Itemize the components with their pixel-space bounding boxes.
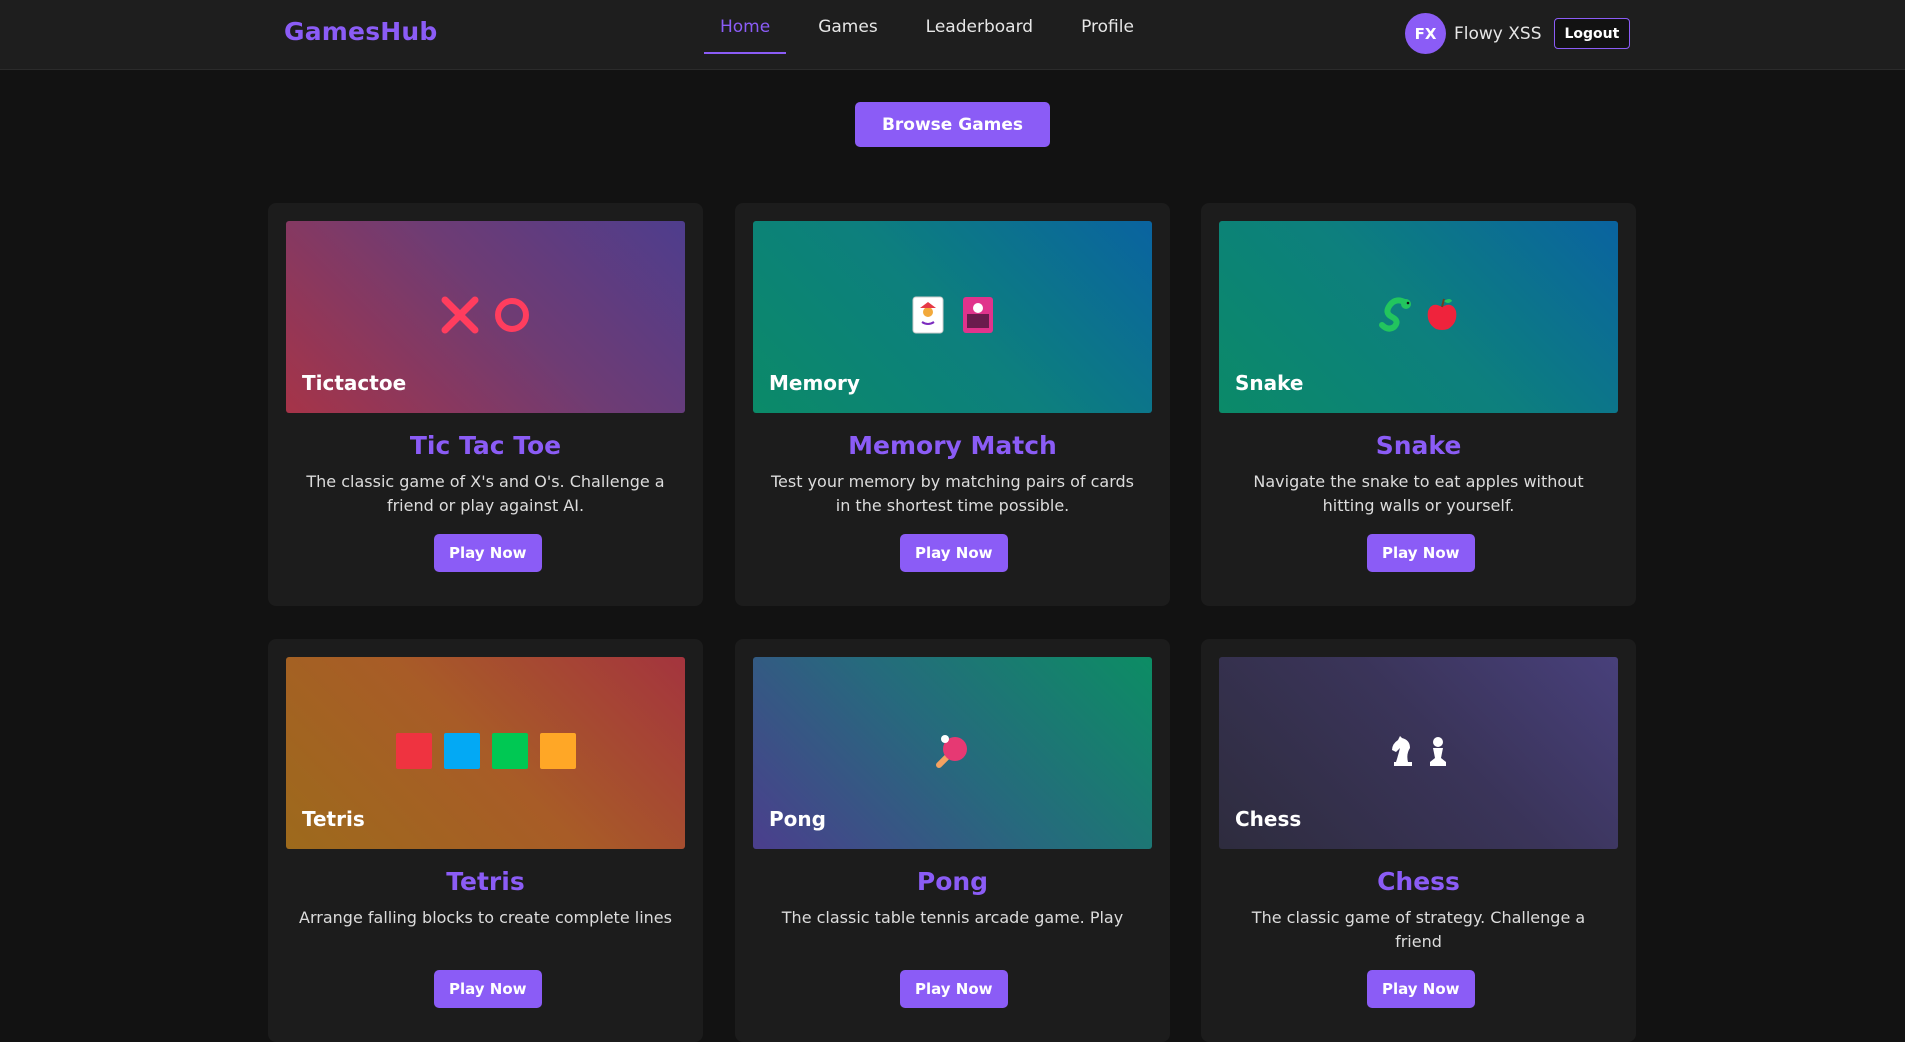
game-title: Tetris <box>446 867 525 896</box>
thumbnail-icons <box>1219 729 1618 773</box>
nav-games[interactable]: Games <box>802 0 893 54</box>
game-thumbnail[interactable]: Tetris <box>286 657 685 849</box>
orange-block-icon <box>539 733 576 769</box>
play-now-button[interactable]: Play Now <box>434 534 542 572</box>
game-description: Arrange falling blocks to create complet… <box>299 908 672 927</box>
game-description: The classic table tennis arcade game. Pl… <box>781 908 1124 927</box>
nav-profile[interactable]: Profile <box>1065 0 1150 54</box>
game-title: Chess <box>1377 867 1460 896</box>
blue-block-icon <box>443 733 480 769</box>
avatar[interactable]: FX <box>1405 13 1446 54</box>
play-now-button[interactable]: Play Now <box>900 970 1008 1008</box>
game-description: Navigate the snake to eat apples without… <box>1253 472 1584 515</box>
nav-links: Home Games Leaderboard Profile <box>704 0 1166 54</box>
game-thumbnail[interactable]: Snake <box>1219 221 1618 413</box>
nav-leaderboard[interactable]: Leaderboard <box>910 0 1049 54</box>
joker-card-icon <box>912 296 943 334</box>
thumbnail-label: Memory <box>769 371 860 395</box>
knight-icon <box>1391 736 1412 766</box>
thumbnail-icons <box>753 293 1152 337</box>
game-card-chess: Chess Chess The classic game of strategy… <box>1201 639 1636 1042</box>
browse-games-button[interactable]: Browse Games <box>855 102 1050 147</box>
play-now-button[interactable]: Play Now <box>900 534 1008 572</box>
ping-pong-icon <box>935 735 967 768</box>
circle-icon <box>494 298 529 332</box>
game-title: Tic Tac Toe <box>409 431 562 460</box>
thumbnail-label: Snake <box>1235 371 1304 395</box>
thumbnail-icons <box>753 729 1152 773</box>
thumbnail-icons <box>1219 293 1618 337</box>
thumbnail-label: Chess <box>1235 807 1302 831</box>
brand-logo[interactable]: GamesHub <box>284 17 438 46</box>
game-title: Memory Match <box>848 431 1057 460</box>
x-mark-icon <box>441 296 478 334</box>
red-block-icon <box>395 733 432 769</box>
snake-icon <box>1378 297 1411 332</box>
nav-home[interactable]: Home <box>704 0 787 54</box>
thumbnail-label: Tetris <box>302 807 365 831</box>
apple-icon <box>1427 298 1456 330</box>
game-card-memory: Memory Memory Match Test your memory by … <box>735 203 1170 606</box>
logout-button[interactable]: Logout <box>1553 18 1631 49</box>
game-title: Snake <box>1375 431 1462 460</box>
game-description: Test your memory by matching pairs of ca… <box>770 472 1135 515</box>
green-block-icon <box>491 733 528 769</box>
game-description: The classic game of X's and O's. Challen… <box>306 472 665 515</box>
username: Flowy XSS <box>1454 23 1542 44</box>
game-card-pong: Pong Pong The classic table tennis arcad… <box>735 639 1170 1042</box>
game-card-snake: Snake Snake Navigate the snake to eat ap… <box>1201 203 1636 606</box>
navbar: GamesHub Home Games Leaderboard Profile … <box>0 0 1905 70</box>
thumbnail-icons <box>286 729 685 773</box>
game-thumbnail[interactable]: Pong <box>753 657 1152 849</box>
thumbnail-icons <box>286 293 685 337</box>
game-title: Pong <box>916 867 989 896</box>
pawn-icon <box>1429 737 1446 766</box>
flower-card-icon <box>962 297 993 333</box>
game-thumbnail[interactable]: Tictactoe <box>286 221 685 413</box>
play-now-button[interactable]: Play Now <box>434 970 542 1008</box>
game-description: The classic game of strategy. Challenge … <box>1251 908 1586 951</box>
game-card-tetris: Tetris Tetris Arrange falling blocks to … <box>268 639 703 1042</box>
thumbnail-label: Tictactoe <box>302 371 407 395</box>
play-now-button[interactable]: Play Now <box>1367 970 1475 1008</box>
game-card-tictactoe: Tictactoe Tic Tac Toe The classic game o… <box>268 203 703 606</box>
game-thumbnail[interactable]: Chess <box>1219 657 1618 849</box>
game-thumbnail[interactable]: Memory <box>753 221 1152 413</box>
thumbnail-label: Pong <box>769 807 826 831</box>
user-area: FX Flowy XSS Logout <box>1405 13 1631 54</box>
play-now-button[interactable]: Play Now <box>1367 534 1475 572</box>
